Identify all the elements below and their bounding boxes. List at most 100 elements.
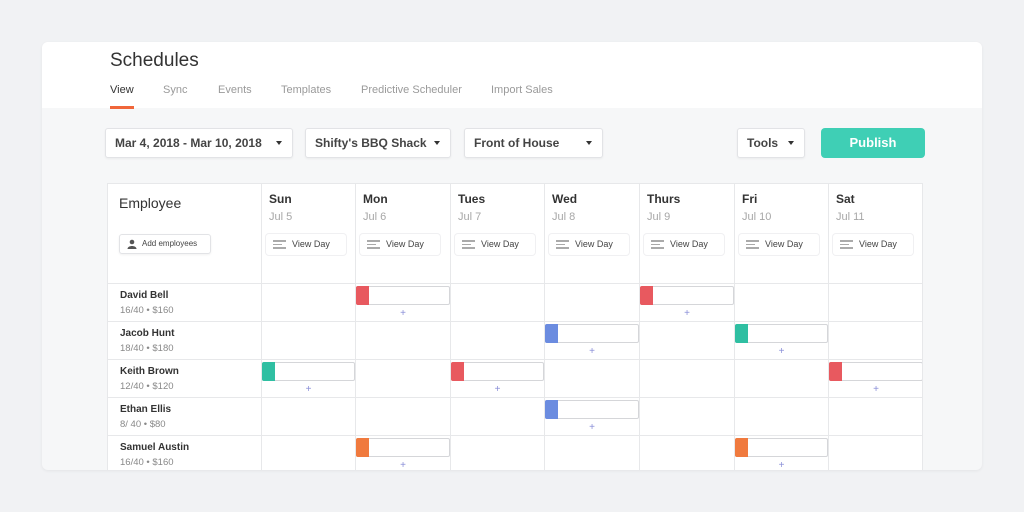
schedule-cell[interactable]: [829, 436, 922, 470]
view-day-button[interactable]: View Day: [266, 234, 346, 255]
view-day-label: View Day: [292, 239, 330, 249]
schedule-cell[interactable]: [640, 436, 735, 470]
day-date: Jul 9: [647, 211, 671, 223]
schedule-cell[interactable]: +: [545, 322, 640, 360]
schedule-cell[interactable]: [829, 284, 922, 322]
employee-name[interactable]: Keith Brown: [120, 366, 179, 377]
employee-name[interactable]: Ethan Ellis: [120, 404, 171, 415]
employee-info: Jacob Hunt 18/40 • $180: [108, 322, 262, 360]
lines-icon: [651, 240, 664, 249]
schedule-cell[interactable]: [356, 322, 451, 360]
schedule-cell[interactable]: +: [356, 436, 451, 470]
shift-block[interactable]: [545, 400, 639, 419]
add-shift-button[interactable]: +: [829, 384, 922, 395]
employee-hours-wage: 18/40 • $180: [120, 343, 174, 354]
day-header-fri: Fri Jul 10 View Day: [735, 184, 829, 283]
schedule-cell[interactable]: [545, 284, 640, 322]
schedule-cell[interactable]: +: [735, 436, 829, 470]
employee-name[interactable]: David Bell: [120, 290, 168, 301]
employee-name[interactable]: Jacob Hunt: [120, 328, 174, 339]
view-day-button[interactable]: View Day: [360, 234, 440, 255]
schedule-cell[interactable]: +: [545, 398, 640, 436]
employee-info: Samuel Austin 16/40 • $160: [108, 436, 262, 470]
add-shift-button[interactable]: +: [356, 460, 450, 470]
shift-block[interactable]: [451, 362, 544, 381]
schedule-cell[interactable]: [356, 398, 451, 436]
day-header-wed: Wed Jul 8 View Day: [545, 184, 640, 283]
schedule-cell[interactable]: [829, 398, 922, 436]
add-shift-button[interactable]: +: [356, 308, 450, 319]
tab-import-sales[interactable]: Import Sales: [491, 84, 553, 108]
shift-block[interactable]: [356, 438, 450, 457]
department-value: Front of House: [474, 136, 560, 150]
add-shift-button[interactable]: +: [735, 346, 828, 357]
shift-block[interactable]: [829, 362, 922, 381]
shift-block[interactable]: [545, 324, 639, 343]
day-name: Sun: [269, 192, 292, 206]
shift-color-tag: [640, 286, 653, 305]
add-shift-button[interactable]: +: [451, 384, 544, 395]
tab-events[interactable]: Events: [218, 84, 252, 108]
view-day-button[interactable]: View Day: [644, 234, 724, 255]
add-shift-button[interactable]: +: [545, 422, 639, 433]
schedule-cell[interactable]: +: [735, 322, 829, 360]
schedule-cell[interactable]: +: [356, 284, 451, 322]
tab-predictive-scheduler[interactable]: Predictive Scheduler: [361, 84, 462, 108]
schedule-cell[interactable]: [829, 322, 922, 360]
view-day-label: View Day: [765, 239, 803, 249]
schedule-cell[interactable]: [356, 360, 451, 398]
tools-dropdown[interactable]: Tools: [737, 128, 805, 158]
add-shift-button[interactable]: +: [640, 308, 734, 319]
day-name: Sat: [836, 192, 855, 206]
shift-block[interactable]: [640, 286, 734, 305]
schedule-cell[interactable]: [735, 398, 829, 436]
add-shift-button[interactable]: +: [545, 346, 639, 357]
lines-icon: [367, 240, 380, 249]
location-dropdown[interactable]: Shifty's BBQ Shack: [305, 128, 451, 158]
schedule-cell[interactable]: [545, 436, 640, 470]
schedule-cell[interactable]: [262, 436, 356, 470]
schedule-cell[interactable]: [640, 398, 735, 436]
tab-view[interactable]: View: [110, 84, 134, 109]
schedule-cell[interactable]: [262, 284, 356, 322]
employee-name[interactable]: Samuel Austin: [120, 442, 189, 453]
shift-block[interactable]: [735, 438, 828, 457]
schedule-cell[interactable]: [262, 322, 356, 360]
schedule-cell[interactable]: [545, 360, 640, 398]
publish-button[interactable]: Publish: [821, 128, 925, 158]
schedule-cell[interactable]: [262, 398, 356, 436]
day-name: Tues: [458, 192, 486, 206]
view-day-button[interactable]: View Day: [549, 234, 629, 255]
add-employees-button[interactable]: Add employees: [119, 234, 211, 254]
schedule-cell[interactable]: [451, 436, 545, 470]
date-range-dropdown[interactable]: Mar 4, 2018 - Mar 10, 2018: [105, 128, 293, 158]
schedule-cell[interactable]: [640, 322, 735, 360]
view-day-button[interactable]: View Day: [739, 234, 819, 255]
view-day-button[interactable]: View Day: [833, 234, 913, 255]
schedule-cell[interactable]: [735, 284, 829, 322]
schedule-cell[interactable]: +: [640, 284, 735, 322]
add-employees-label: Add employees: [142, 239, 198, 248]
add-shift-button[interactable]: +: [735, 460, 828, 470]
schedule-cell[interactable]: [735, 360, 829, 398]
department-dropdown[interactable]: Front of House: [464, 128, 603, 158]
schedule-cell[interactable]: [451, 284, 545, 322]
view-day-button[interactable]: View Day: [455, 234, 535, 255]
schedule-cell[interactable]: [451, 322, 545, 360]
schedule-cell[interactable]: +: [262, 360, 356, 398]
add-shift-button[interactable]: +: [262, 384, 355, 395]
tab-sync[interactable]: Sync: [163, 84, 187, 108]
shift-block[interactable]: [356, 286, 450, 305]
schedule-cell[interactable]: [640, 360, 735, 398]
schedule-cell[interactable]: +: [451, 360, 545, 398]
day-name: Wed: [552, 192, 578, 206]
schedule-cell[interactable]: [451, 398, 545, 436]
shift-block[interactable]: [262, 362, 355, 381]
shift-block[interactable]: [735, 324, 828, 343]
day-date: Jul 10: [742, 211, 772, 223]
tab-templates[interactable]: Templates: [281, 84, 331, 108]
schedule-cell[interactable]: +: [829, 360, 922, 398]
shift-color-tag: [356, 438, 369, 457]
lines-icon: [746, 240, 759, 249]
employee-hours-wage: 8/ 40 • $80: [120, 419, 166, 430]
